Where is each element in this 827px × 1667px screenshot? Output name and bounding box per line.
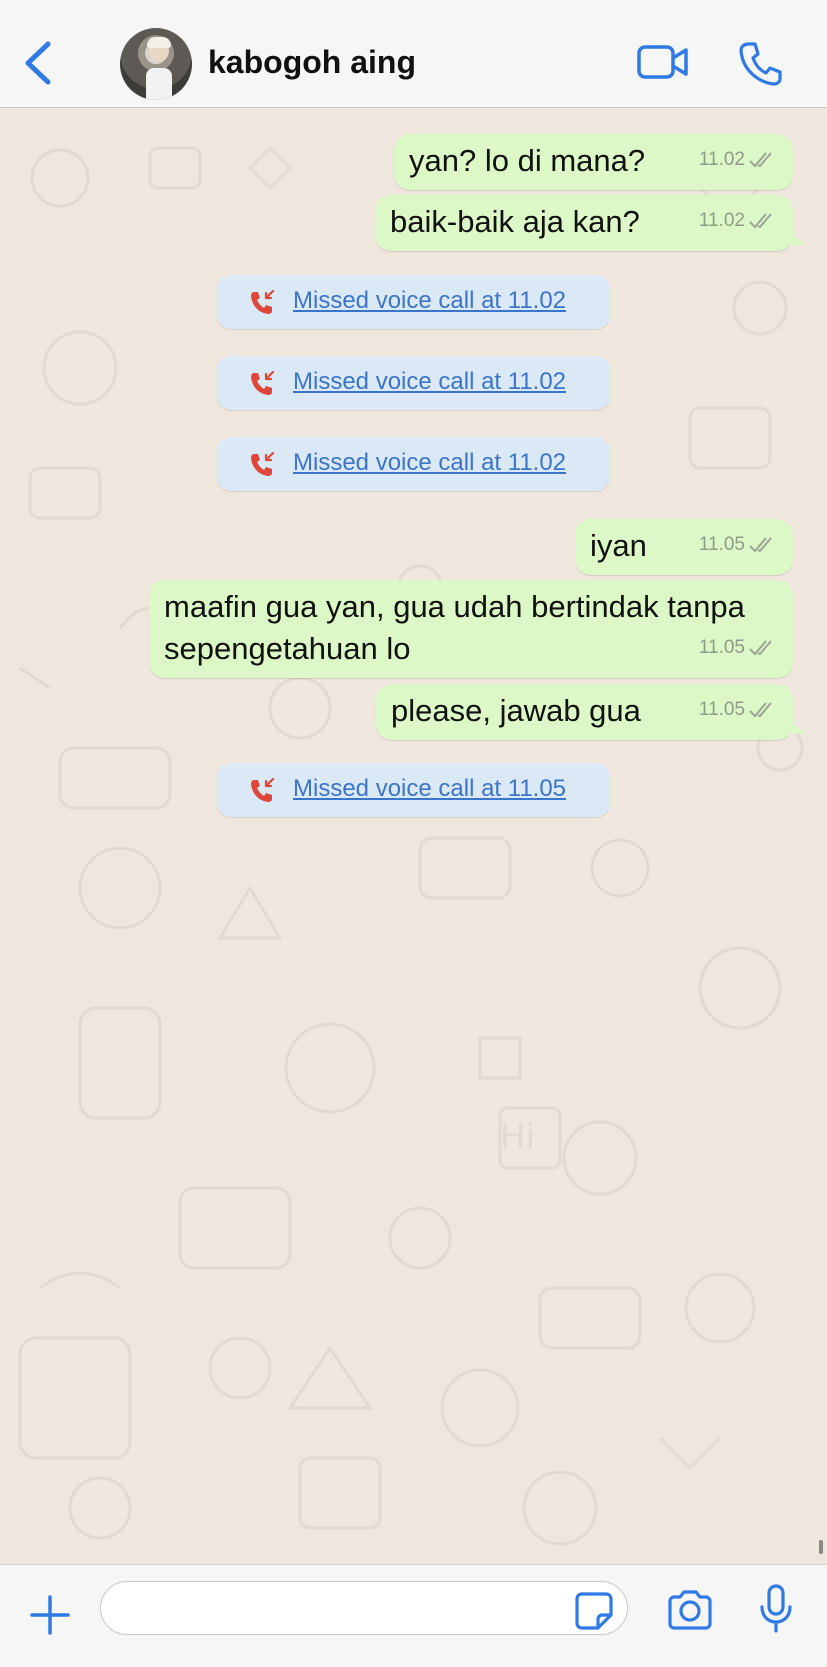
chevron-left-icon xyxy=(25,41,51,85)
sticker-button[interactable] xyxy=(574,1591,614,1631)
attach-button[interactable] xyxy=(28,1593,72,1637)
back-button[interactable] xyxy=(18,38,58,88)
composer-bar xyxy=(0,1564,827,1667)
outgoing-message[interactable]: iyan 11.05 xyxy=(575,519,793,575)
double-check-icon xyxy=(749,213,772,229)
avatar-figure-shirt xyxy=(146,68,172,100)
message-input[interactable] xyxy=(100,1581,628,1635)
outgoing-message[interactable]: yan? lo di mana? 11.02 xyxy=(394,134,793,190)
missed-call-link[interactable]: Missed voice call at 11.02 xyxy=(293,368,566,396)
voice-call-button[interactable] xyxy=(738,40,782,86)
message-text: baik-baik aja kan? xyxy=(390,204,640,239)
phone-icon xyxy=(739,42,782,86)
outgoing-message[interactable]: please, jawab gua 11.05 xyxy=(376,684,805,740)
message-time: 11.05 xyxy=(698,699,745,720)
missed-call-notice[interactable]: Missed voice call at 11.02 xyxy=(217,437,610,491)
missed-call-icon xyxy=(251,289,275,314)
double-check-icon xyxy=(749,640,772,656)
outgoing-message[interactable]: maafin gua yan, gua udah bertindak tanpa… xyxy=(149,580,793,678)
message-text: maafin gua yan, gua udah bertindak tanpa… xyxy=(164,589,745,666)
message-time: 11.05 xyxy=(698,534,745,555)
svg-text:Hi: Hi xyxy=(500,1117,535,1157)
message-text: iyan xyxy=(590,528,647,563)
outgoing-message[interactable]: baik-baik aja kan? 11.02 xyxy=(375,195,805,251)
double-check-icon xyxy=(749,152,772,168)
sticker-icon xyxy=(575,1592,613,1630)
missed-call-link[interactable]: Missed voice call at 11.02 xyxy=(293,287,566,315)
camera-button[interactable] xyxy=(666,1589,714,1631)
microphone-icon xyxy=(760,1584,792,1633)
message-time: 11.02 xyxy=(698,210,745,231)
missed-call-icon xyxy=(251,451,275,476)
video-call-button[interactable] xyxy=(636,42,690,82)
message-meta: 11.05 xyxy=(699,627,775,669)
message-meta: 11.02 xyxy=(699,200,775,242)
missed-call-icon xyxy=(251,777,275,802)
message-time: 11.05 xyxy=(698,637,745,658)
avatar[interactable] xyxy=(120,28,192,100)
message-time: 11.02 xyxy=(698,149,745,170)
missed-call-link[interactable]: Missed voice call at 11.02 xyxy=(293,449,566,477)
missed-call-notice[interactable]: Missed voice call at 11.02 xyxy=(217,356,610,410)
message-text: yan? lo di mana? xyxy=(409,143,646,178)
camera-icon xyxy=(668,1590,712,1630)
contact-name[interactable]: kabogoh aing xyxy=(208,44,416,81)
missed-call-link[interactable]: Missed voice call at 11.05 xyxy=(293,775,566,803)
avatar-figure-hair xyxy=(147,37,171,48)
message-meta: 11.05 xyxy=(699,689,775,731)
missed-call-notice[interactable]: Missed voice call at 11.05 xyxy=(217,763,610,817)
missed-call-notice[interactable]: Missed voice call at 11.02 xyxy=(217,275,610,329)
bubble-tail xyxy=(789,720,805,734)
video-camera-icon xyxy=(637,45,688,79)
plus-icon xyxy=(30,1595,70,1635)
double-check-icon xyxy=(749,702,772,718)
microphone-button[interactable] xyxy=(758,1583,794,1635)
message-meta: 11.02 xyxy=(699,139,775,181)
chat-header: kabogoh aing xyxy=(0,0,827,108)
scroll-indicator[interactable] xyxy=(819,1540,823,1554)
missed-call-icon xyxy=(251,370,275,395)
double-check-icon xyxy=(749,537,772,553)
message-meta: 11.05 xyxy=(699,524,775,566)
bubble-tail xyxy=(789,231,805,245)
message-text: please, jawab gua xyxy=(391,693,641,728)
chat-area[interactable]: Hi yan? lo di mana? 11.02 baik-baik aja … xyxy=(0,108,827,1564)
